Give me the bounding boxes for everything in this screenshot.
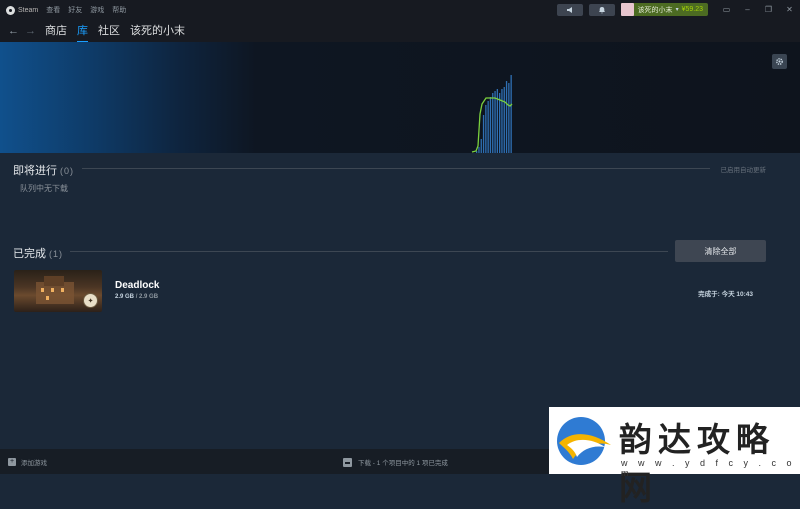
add-game-label: 添加游戏 [21,459,47,467]
size-total: 2.9 GB [139,294,159,300]
nav-profile[interactable]: 该死的小末 [130,22,185,40]
graph-bar [492,93,494,153]
queue-title: 即将进行 [13,165,57,177]
wallet-balance: ¥59.23 [681,6,703,13]
game-thumbnail[interactable]: ✦ [14,270,102,312]
completed-header: 已完成 (1) [13,245,63,261]
watermark-logo [557,416,611,465]
add-game-button[interactable]: + 添加游戏 [8,457,47,467]
nav-bar: ← → 商店 库 社区 该死的小末 [0,20,800,43]
graph-bar [508,83,510,153]
back-arrow-icon[interactable]: ← [8,25,19,37]
thumbnail-window [61,288,64,292]
queue-divider [82,168,710,169]
nav-community[interactable]: 社区 [98,22,120,40]
megaphone-icon [566,6,572,13]
queue-count: (0) [60,166,74,176]
menu-item-friends[interactable]: 好友 [68,5,82,15]
download-icon [343,457,352,467]
thumbnail-art-roof [44,276,64,286]
completed-time-value: 今天 10:43 [721,291,753,298]
graph-bar [489,97,492,153]
watermark-url: w w w . y d f c y . c o m [621,458,796,478]
plus-icon: + [8,457,16,466]
graph-bar [503,87,505,153]
graph-bar [478,147,480,153]
thumbnail-window [41,288,44,292]
download-graph-chart [471,75,513,153]
completed-label: 完成于: [698,291,720,298]
completed-divider [70,251,668,252]
download-status[interactable]: 下载 - 1 个项目中的 1 项已完成 [343,457,448,467]
close-icon[interactable]: ✕ [785,5,794,14]
graph-bar [499,93,501,153]
bell-icon [598,6,605,13]
graph-bar [482,115,485,153]
top-menu: 查看 好友 游戏 帮助 [46,5,126,15]
completed-time: 完成于: 今天 10:43 [698,288,753,298]
graph-bar [480,139,482,153]
clear-all-button[interactable]: 清除全部 [675,240,766,262]
account-menu[interactable]: 该死的小末 ▾ ¥59.23 [620,3,708,16]
watermark: 韵达攻略网 w w w . y d f c y . c o m [549,407,800,507]
avatar [620,3,634,16]
graph-bar [494,91,496,153]
minimize-icon[interactable]: – [743,5,752,14]
completed-title: 已完成 [13,248,46,260]
graph-bar [487,101,489,153]
menu-item-help[interactable]: 帮助 [112,5,126,15]
account-name: 该死的小末 [637,6,673,14]
queue-empty-message: 队列中无下载 [20,184,68,193]
size-downloaded: 2.9 GB [115,294,135,300]
graph-bar [510,75,512,153]
size-separator: / [135,294,138,300]
download-graph [0,42,800,153]
game-badge-icon: ✦ [83,293,98,308]
notifications-button[interactable] [588,3,615,16]
big-picture-icon[interactable]: ▭ [722,5,731,14]
graph-bar [505,81,508,153]
gear-icon [776,58,783,65]
completed-count: (1) [49,249,63,259]
game-title[interactable]: Deadlock [115,280,159,291]
app-name: Steam [18,6,39,14]
download-status-text: 下载 - 1 个项目中的 1 项已完成 [358,460,448,467]
download-item[interactable]: ✦ Deadlock 2.9 GB / 2.9 GB 完成于: 今天 10:43 [14,270,766,312]
menu-item-view[interactable]: 查看 [46,5,60,15]
graph-bar [501,89,503,153]
steam-menu[interactable]: Steam [6,5,39,15]
steam-logo-icon [6,5,15,15]
graph-bar [485,105,487,153]
thumbnail-window [46,296,49,300]
thumbnail-window [51,288,54,292]
nav-store[interactable]: 商店 [45,22,67,40]
menu-item-games[interactable]: 游戏 [90,5,104,15]
title-bar: Steam 查看 好友 游戏 帮助 该死的小末 ▾ ¥59.23 ▭ – ❐ ✕ [0,0,800,20]
graph-settings-button[interactable] [772,54,787,69]
broadcast-button[interactable] [556,3,583,16]
chevron-down-icon: ▾ [675,7,679,13]
queue-header: 即将进行 (0) [13,162,74,178]
auto-update-status[interactable]: 已启用自动更新 [721,164,767,174]
nav-library[interactable]: 库 [77,22,88,43]
forward-arrow-icon[interactable]: → [25,25,36,37]
game-size: 2.9 GB / 2.9 GB [115,294,158,300]
maximize-icon[interactable]: ❐ [764,5,773,14]
